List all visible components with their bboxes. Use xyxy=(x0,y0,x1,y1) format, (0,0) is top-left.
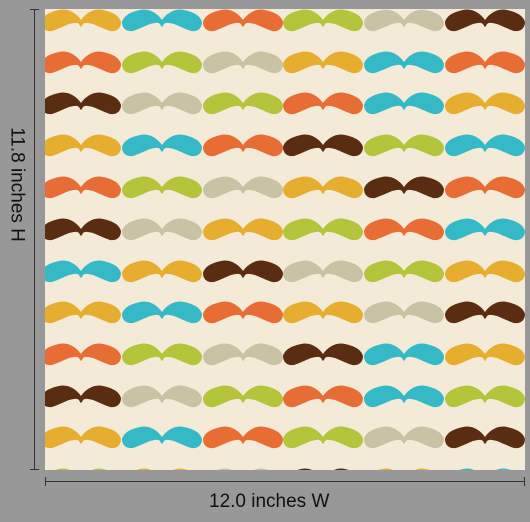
mustache-motif xyxy=(283,343,363,366)
mustache-motif xyxy=(283,301,363,324)
mustache-motif xyxy=(45,9,121,32)
mustache-motif xyxy=(203,51,283,74)
mustache-motif xyxy=(364,385,444,408)
mustache-motif xyxy=(364,260,444,283)
height-label: 11.8 inches H xyxy=(6,127,28,242)
mustache-motif xyxy=(45,426,121,449)
mustache-motif xyxy=(283,385,363,408)
mustache-motif xyxy=(203,134,283,157)
mustache-motif xyxy=(203,218,283,241)
mustache-motif xyxy=(122,468,202,470)
mustache-motif xyxy=(445,218,525,241)
mustache-motif xyxy=(283,51,363,74)
mustache-motif xyxy=(445,260,525,283)
mustache-motif xyxy=(364,92,444,115)
mustache-motif xyxy=(122,385,202,408)
mustache-motif xyxy=(45,92,121,115)
mustache-motif xyxy=(283,468,363,470)
mustache-motif xyxy=(364,218,444,241)
mustache-motif xyxy=(45,260,121,283)
mustache-motif xyxy=(283,218,363,241)
mustache-motif xyxy=(445,343,525,366)
mustache-motif xyxy=(203,468,283,470)
mustache-motif xyxy=(445,51,525,74)
mustache-motif xyxy=(364,134,444,157)
mustache-motif xyxy=(364,9,444,32)
mustache-motif xyxy=(122,176,202,199)
mustache-motif xyxy=(203,343,283,366)
mustache-motif xyxy=(45,385,121,408)
mustache-motif xyxy=(445,9,525,32)
mustache-motif xyxy=(45,343,121,366)
mustache-motif xyxy=(203,385,283,408)
mustache-motif xyxy=(203,260,283,283)
mustache-motif xyxy=(203,301,283,324)
mustache-motif xyxy=(445,426,525,449)
mustache-motif xyxy=(445,176,525,199)
mustache-motif xyxy=(283,176,363,199)
product-preview: 11.8 inches H 12.0 inches W xyxy=(0,0,530,522)
mustache-motif xyxy=(122,260,202,283)
mustache-motif xyxy=(364,426,444,449)
mustache-motif xyxy=(364,176,444,199)
mustache-motif xyxy=(203,176,283,199)
mustache-pattern xyxy=(45,9,525,470)
width-dimension-rule xyxy=(45,477,525,486)
mustache-motif xyxy=(122,9,202,32)
width-label: 12.0 inches W xyxy=(209,491,330,512)
mustache-motif xyxy=(122,51,202,74)
mustache-motif xyxy=(283,92,363,115)
mustache-motif xyxy=(364,343,444,366)
mustache-motif xyxy=(283,9,363,32)
mustache-motif xyxy=(45,218,121,241)
mustache-motif xyxy=(203,426,283,449)
mustache-motif xyxy=(445,134,525,157)
mustache-motif xyxy=(445,385,525,408)
mustache-motif xyxy=(283,260,363,283)
mustache-motif xyxy=(283,134,363,157)
mustache-motif xyxy=(445,468,525,470)
mustache-motif xyxy=(122,343,202,366)
height-dimension-rule xyxy=(30,9,39,470)
mustache-motif xyxy=(45,301,121,324)
wallpaper-swatch xyxy=(45,9,525,470)
mustache-motif xyxy=(122,92,202,115)
mustache-motif xyxy=(364,51,444,74)
mustache-motif xyxy=(45,134,121,157)
mustache-motif xyxy=(122,301,202,324)
mustache-motif xyxy=(445,301,525,324)
mustache-motif xyxy=(45,51,121,74)
mustache-motif xyxy=(122,426,202,449)
mustache-motif xyxy=(45,468,121,470)
mustache-motif xyxy=(445,92,525,115)
mustache-motif xyxy=(364,301,444,324)
mustache-motif xyxy=(364,468,444,470)
mustache-motif xyxy=(203,92,283,115)
mustache-motif xyxy=(45,176,121,199)
mustache-motif xyxy=(122,134,202,157)
mustache-motif xyxy=(283,426,363,449)
mustache-motif xyxy=(122,218,202,241)
mustache-motif xyxy=(203,9,283,32)
